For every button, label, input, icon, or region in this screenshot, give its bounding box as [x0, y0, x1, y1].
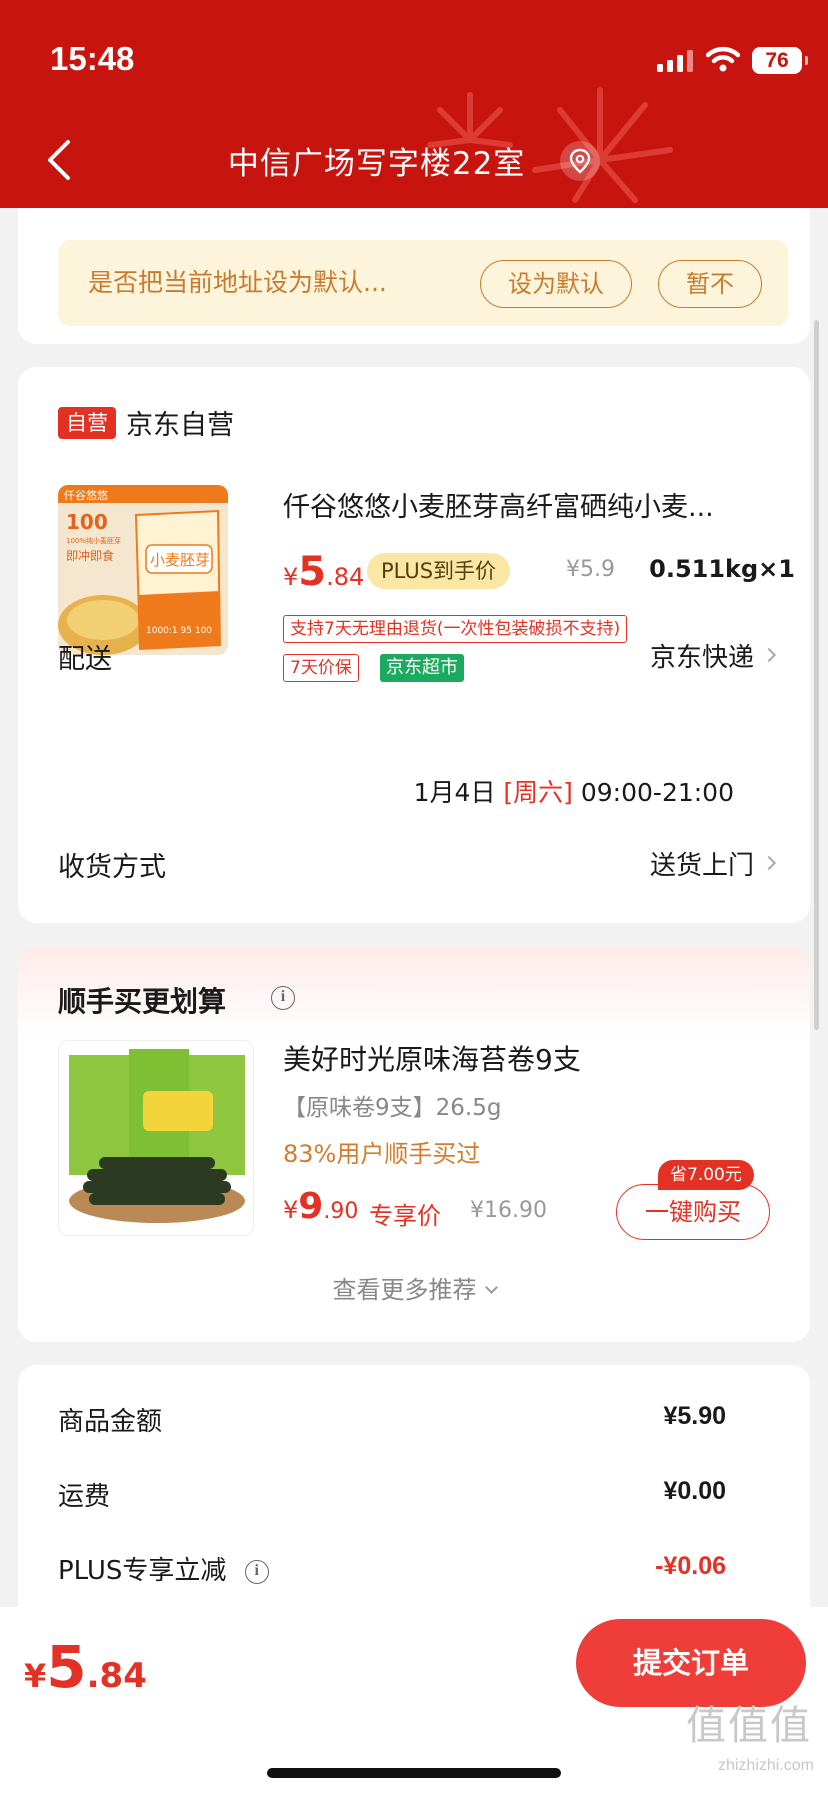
store-name: 京东自营	[126, 410, 234, 441]
info-icon[interactable]: i	[271, 986, 295, 1010]
delivery-weekday: [周六]	[503, 778, 573, 807]
see-more-label: 查看更多推荐	[332, 1276, 477, 1304]
receive-method-label: 收货方式	[58, 852, 166, 883]
location-pin-icon[interactable]	[560, 140, 601, 181]
delivery-method[interactable]: 京东快递	[650, 637, 754, 674]
delivery-label: 配送	[58, 644, 112, 675]
product-image[interactable]: 仟谷悠悠 100 100%纯小麦胚芽 即冲即食 小麦胚芽 1000:1 95 1…	[58, 485, 228, 655]
product-quantity: 0.511kg×1	[649, 555, 795, 583]
chevron-down-icon	[484, 1281, 498, 1294]
recommend-product-image[interactable]	[58, 1040, 254, 1236]
delivery-date: 1月4日	[413, 778, 496, 807]
plus-price-badge: PLUS到手价	[367, 553, 511, 589]
status-time: 15:48	[50, 40, 135, 77]
total-dec: .84	[86, 1656, 147, 1696]
default-address-prompt: 是否把当前地址设为默认... 设为默认 暂不	[58, 240, 788, 326]
recommend-price: ¥9.90	[283, 1186, 358, 1227]
total-price: ¥5.84	[24, 1633, 147, 1701]
plus-discount-text: PLUS专享立减	[58, 1556, 227, 1586]
wifi-icon	[706, 46, 740, 72]
supermarket-tag: 京东超市	[380, 654, 464, 682]
see-more-button[interactable]: 查看更多推荐	[18, 1270, 810, 1305]
set-default-button[interactable]: 设为默认	[480, 260, 632, 308]
summary-value-shipping: ¥0.00	[663, 1477, 726, 1505]
store-card: 自营 京东自营 仟谷悠悠 100 100%纯小麦胚芽 即冲即食 小麦胚芽 100…	[18, 367, 810, 923]
product-price: ¥5.84	[283, 549, 364, 595]
header-address[interactable]: 中信广场写字楼22室	[0, 138, 828, 183]
signal-icon	[657, 50, 693, 72]
home-indicator[interactable]	[267, 1768, 561, 1778]
summary-label-goods: 商品金额	[58, 1407, 163, 1437]
summary-value-plus-discount: -¥0.06	[655, 1552, 726, 1580]
product-image-brand: 仟谷悠悠	[64, 488, 108, 502]
one-click-buy-button[interactable]: 一键购买	[616, 1184, 770, 1240]
self-operated-badge: 自营	[58, 407, 116, 439]
price-protect-tag: 7天价保	[283, 654, 359, 682]
chevron-right-icon[interactable]	[761, 855, 777, 871]
summary-label-plus-discount: PLUS专享立减 i	[58, 1550, 269, 1587]
product-image-bag: 小麦胚芽	[150, 551, 210, 569]
rec-price-int: 9	[298, 1186, 324, 1227]
price-int: 5	[298, 549, 327, 595]
product-image-sub: 100%纯小麦胚芽	[66, 536, 121, 545]
recommend-product-name[interactable]: 美好时光原味海苔卷9支	[283, 1038, 581, 1078]
original-price: ¥5.9	[566, 557, 615, 582]
scrollbar[interactable]	[814, 320, 819, 1030]
product-image-instant: 即冲即食	[66, 548, 114, 563]
summary-label-shipping: 运费	[58, 1482, 111, 1512]
product-price-row: ¥5.84 PLUS到手价 ¥5.9 0.511kg×1	[283, 549, 803, 599]
summary-value-goods: ¥5.90	[663, 1402, 726, 1430]
chevron-right-icon[interactable]	[761, 647, 777, 663]
recommend-title: 顺手买更划算	[58, 985, 227, 1018]
rec-price-yen: ¥	[283, 1196, 299, 1224]
default-prompt-text: 是否把当前地址设为默认...	[88, 268, 387, 297]
bottom-checkout-bar: ¥5.84 提交订单 值值值 zhizhizhi.com	[0, 1607, 828, 1793]
top-header: 15:48 76 中信广场写字楼22室	[0, 0, 828, 208]
price-dec: .84	[326, 563, 365, 591]
watermark-url: zhizhizhi.com	[717, 1757, 814, 1774]
save-amount-badge: 省7.00元	[658, 1160, 754, 1190]
recommend-bought-stat: 83%用户顺手买过	[283, 1140, 481, 1168]
battery-indicator: 76	[752, 47, 808, 74]
info-icon[interactable]: i	[244, 1559, 269, 1584]
product-title[interactable]: 仟谷悠悠小麦胚芽高纤富硒纯小麦...	[283, 485, 783, 524]
not-now-button[interactable]: 暂不	[658, 260, 762, 308]
recommend-card: 顺手买更划算 i 美好时光原味海苔卷9支 【原味卷9支】26.5g 83%用户顺…	[18, 946, 810, 1342]
total-yen: ¥	[24, 1657, 47, 1695]
status-bar: 15:48 76	[0, 0, 828, 110]
receive-method-value[interactable]: 送货上门	[650, 845, 754, 882]
address-text: 中信广场写字楼22室	[227, 146, 526, 182]
delivery-window: 09:00-21:00	[580, 778, 734, 807]
rec-price-dec: .90	[323, 1199, 359, 1224]
return-policy-tag: 支持7天无理由退货(一次性包装破损不支持)	[283, 615, 628, 643]
watermark: 值值值	[686, 1703, 812, 1749]
total-int: 5	[46, 1633, 87, 1701]
address-card: 是否把当前地址设为默认... 设为默认 暂不	[18, 190, 810, 344]
product-image-bottom: 1000:1 95 100	[146, 626, 212, 636]
exclusive-price-label: 专享价	[369, 1202, 441, 1230]
price-yen: ¥	[283, 563, 299, 591]
delivery-time[interactable]: 1月4日 [周六] 09:00-21:00	[414, 773, 734, 809]
recommend-original-price: ¥16.90	[470, 1198, 547, 1223]
recommend-product-spec: 【原味卷9支】26.5g	[283, 1095, 502, 1121]
product-image-num: 100	[66, 510, 108, 534]
